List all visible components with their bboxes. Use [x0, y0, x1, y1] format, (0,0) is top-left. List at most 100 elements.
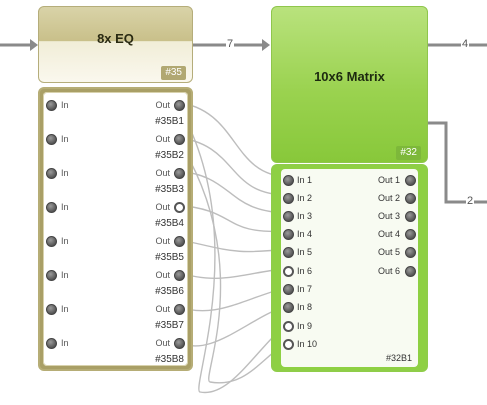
input-port-label: In 6	[297, 266, 313, 276]
input-port-label: In 1	[297, 175, 313, 185]
output-port-label: Out 1	[377, 175, 400, 185]
output-port-label: Out	[155, 168, 170, 178]
output-port-label: Out	[155, 100, 170, 110]
eq-port-row: In Out #35B2	[43, 130, 188, 164]
output-port-icon[interactable]	[405, 175, 416, 186]
input-port-icon[interactable]	[46, 236, 57, 247]
eq-port-row: In Out #35B4	[43, 198, 188, 232]
matrix-input-row: In 6	[283, 264, 343, 280]
input-port-label: In	[61, 100, 69, 110]
connection-count-label: 4	[461, 38, 470, 50]
matrix-output-row: Out 4	[356, 227, 416, 243]
block-id-label: #35B8	[155, 354, 184, 365]
output-port-label: Out	[155, 134, 170, 144]
input-port-icon[interactable]	[283, 175, 294, 186]
eq-ports-panel: In Out #35B1 In Out #35B2 In Out #35B3 I…	[43, 92, 188, 366]
output-port-label: Out 3	[377, 211, 400, 221]
output-port-icon[interactable]	[174, 338, 185, 349]
output-port-icon[interactable]	[174, 134, 185, 145]
input-port-icon[interactable]	[283, 247, 294, 258]
input-port-label: In 10	[297, 339, 318, 349]
input-port-icon[interactable]	[46, 304, 57, 315]
matrix-module-header[interactable]: 10x6 Matrix #32	[271, 6, 428, 163]
input-port-icon[interactable]	[283, 284, 294, 295]
connection-count-label: 7	[226, 38, 235, 50]
output-port-label: Out	[155, 236, 170, 246]
output-port-icon[interactable]	[174, 236, 185, 247]
eq-port-row: In Out #35B3	[43, 164, 188, 198]
input-port-icon[interactable]	[283, 229, 294, 240]
matrix-input-row: In 1	[283, 173, 343, 189]
matrix-block-id-label: #32B1	[385, 353, 412, 363]
matrix-input-row: In 5	[283, 245, 343, 261]
output-port-icon[interactable]	[405, 247, 416, 258]
input-port-icon[interactable]	[46, 338, 57, 349]
output-port-icon[interactable]	[405, 193, 416, 204]
matrix-input-row: In 8	[283, 300, 343, 316]
output-port-icon[interactable]	[174, 304, 185, 315]
input-port-label: In 4	[297, 229, 313, 239]
input-port-label: In 9	[297, 321, 313, 331]
matrix-side-wire[interactable]	[428, 121, 487, 204]
input-port-icon[interactable]	[283, 266, 294, 277]
input-port-icon[interactable]	[283, 321, 294, 332]
matrix-input-row: In 3	[283, 209, 343, 225]
output-port-label: Out 6	[377, 266, 400, 276]
eq-port-row: In Out #35B1	[43, 96, 188, 130]
output-port-icon[interactable]	[174, 202, 185, 213]
matrix-output-row: Out 3	[356, 209, 416, 225]
input-port-icon[interactable]	[46, 168, 57, 179]
input-port-icon[interactable]	[283, 302, 294, 313]
eq-module-header[interactable]: 8x EQ #35	[38, 6, 193, 83]
input-port-label: In	[61, 202, 69, 212]
eq-module-tag: #35	[161, 66, 186, 80]
block-id-label: #35B1	[155, 116, 184, 127]
input-port-icon[interactable]	[283, 211, 294, 222]
input-arrow-icon	[30, 39, 38, 51]
matrix-output-row: Out 5	[356, 245, 416, 261]
matrix-input-row: In 9	[283, 319, 343, 335]
input-port-label: In	[61, 270, 69, 280]
input-port-label: In 8	[297, 302, 313, 312]
output-port-label: Out	[155, 270, 170, 280]
output-port-icon[interactable]	[174, 168, 185, 179]
input-port-icon[interactable]	[46, 134, 57, 145]
input-port-label: In	[61, 338, 69, 348]
output-port-label: Out 5	[377, 247, 400, 257]
output-port-label: Out	[155, 304, 170, 314]
block-id-label: #35B3	[155, 184, 184, 195]
input-port-label: In	[61, 134, 69, 144]
input-port-icon[interactable]	[46, 202, 57, 213]
output-port-icon[interactable]	[174, 100, 185, 111]
matrix-output-row: Out 1	[356, 173, 416, 189]
output-port-label: Out 4	[377, 229, 400, 239]
block-id-label: #35B6	[155, 286, 184, 297]
matrix-input-row: In 7	[283, 282, 343, 298]
input-port-label: In	[61, 168, 69, 178]
output-port-icon[interactable]	[405, 211, 416, 222]
input-port-icon[interactable]	[46, 100, 57, 111]
eq-port-row: In Out #35B8	[43, 334, 188, 368]
block-id-label: #35B7	[155, 320, 184, 331]
output-port-icon[interactable]	[174, 270, 185, 281]
input-port-label: In	[61, 304, 69, 314]
input-port-icon[interactable]	[283, 339, 294, 350]
matrix-arrow-icon	[262, 39, 270, 51]
input-port-label: In 5	[297, 247, 313, 257]
input-port-label: In	[61, 236, 69, 246]
input-port-icon[interactable]	[46, 270, 57, 281]
matrix-input-row: In 2	[283, 191, 343, 207]
matrix-module-tag: #32	[396, 146, 421, 160]
eq-module-title: 8x EQ	[97, 31, 134, 46]
input-port-icon[interactable]	[283, 193, 294, 204]
eq-port-row: In Out #35B6	[43, 266, 188, 300]
block-id-label: #35B2	[155, 150, 184, 161]
matrix-output-row: Out 6	[356, 264, 416, 280]
block-id-label: #35B4	[155, 218, 184, 229]
block-id-label: #35B5	[155, 252, 184, 263]
output-port-icon[interactable]	[405, 266, 416, 277]
matrix-module-title: 10x6 Matrix	[314, 69, 385, 84]
output-port-icon[interactable]	[405, 229, 416, 240]
matrix-ports-panel: In 1 In 2 In 3 In 4 In 5 In 6 In 7 In 8	[281, 169, 418, 367]
output-port-label: Out	[155, 202, 170, 212]
